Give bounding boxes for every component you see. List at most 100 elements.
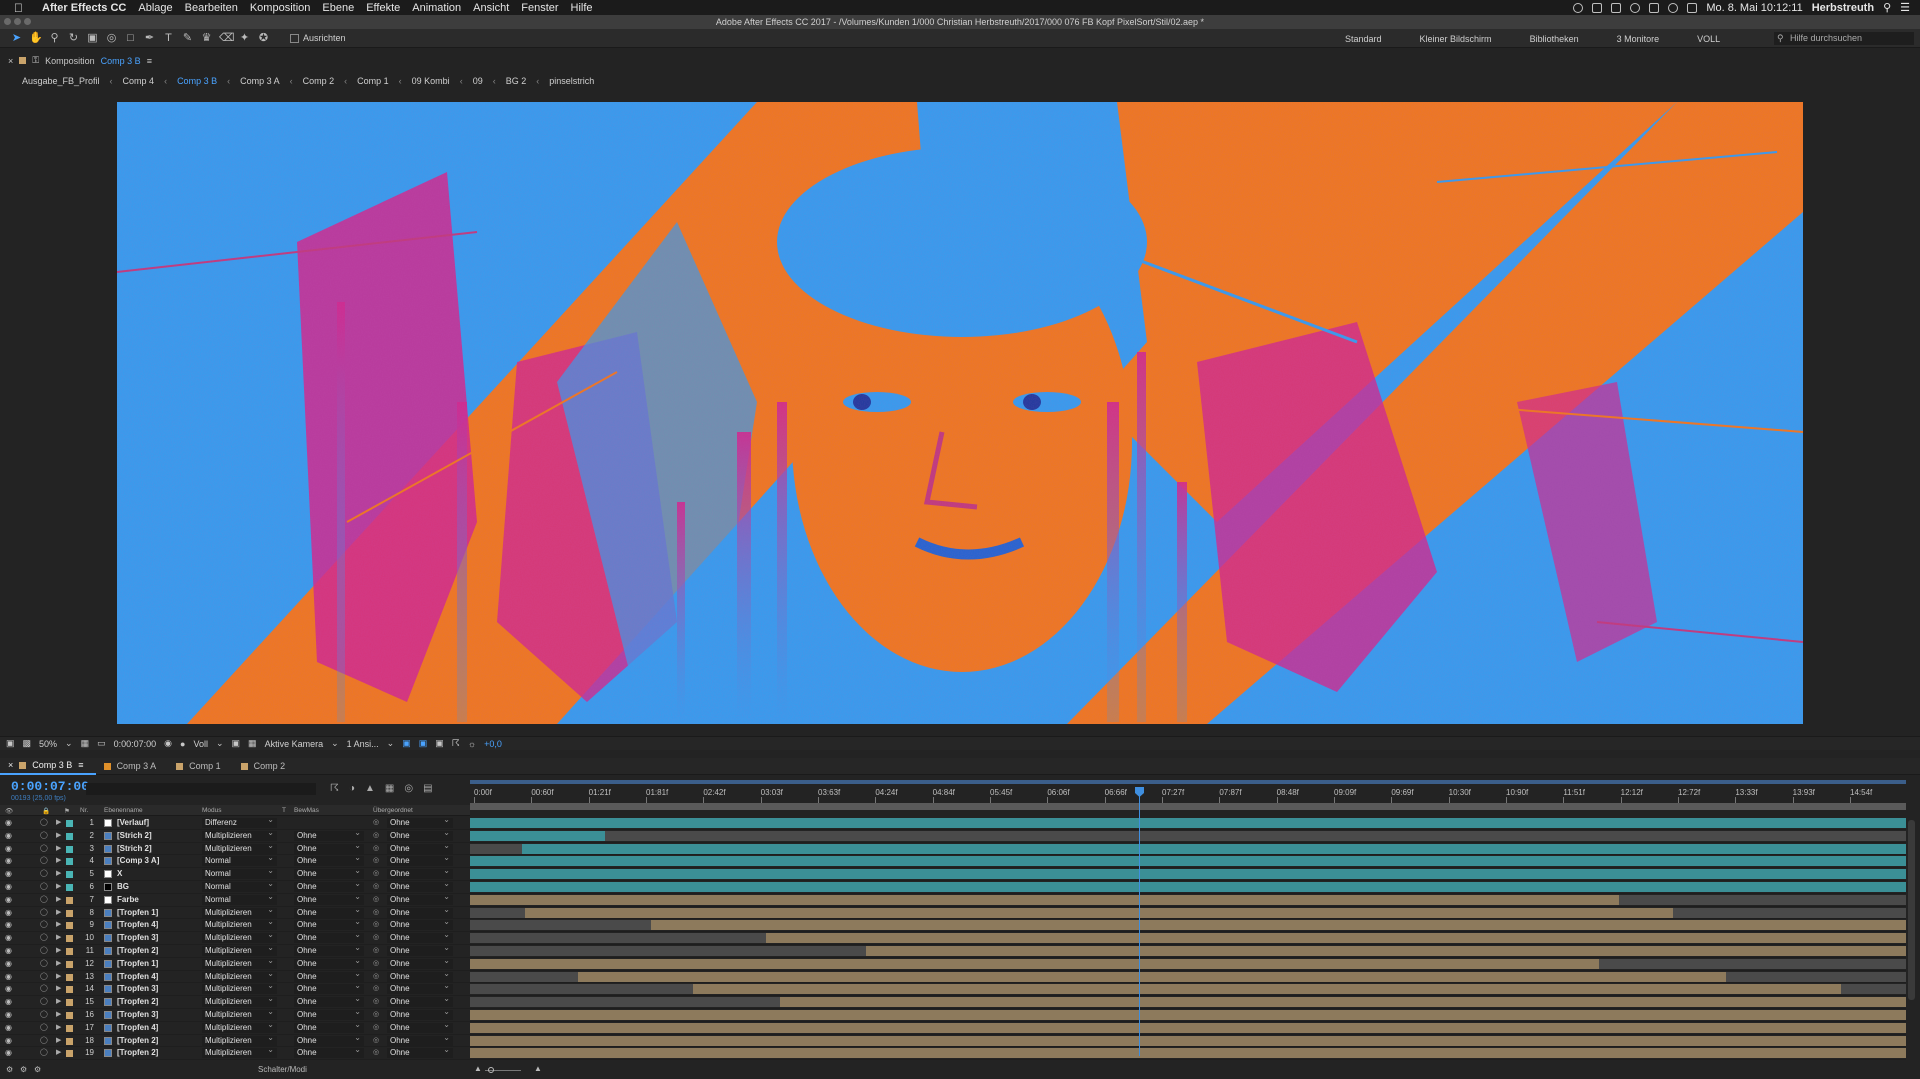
current-time-timecode[interactable]: 0:00:07:00 bbox=[11, 779, 89, 794]
safe-zones-icon[interactable]: ▦ bbox=[81, 738, 90, 749]
tab-comp-3a[interactable]: Comp 3 A bbox=[96, 758, 169, 775]
pick-whip-icon[interactable]: ◎ bbox=[373, 869, 379, 877]
camera-dropdown[interactable]: Aktive Kamera bbox=[265, 739, 324, 749]
track-matte-dropdown[interactable]: Ohne bbox=[294, 1033, 364, 1046]
track-matte-dropdown[interactable]: Ohne bbox=[294, 1007, 364, 1020]
composition-tab[interactable]: × ⚿ Komposition Comp 3 B ≡ bbox=[8, 55, 152, 66]
zoom-window-button[interactable] bbox=[24, 18, 31, 25]
menu-hilfe[interactable]: Hilfe bbox=[571, 2, 593, 14]
pick-whip-icon[interactable]: ◎ bbox=[373, 831, 379, 839]
layer-name[interactable]: [Tropfen 4] bbox=[117, 972, 158, 981]
menu-fenster[interactable]: Fenster bbox=[521, 2, 558, 14]
pick-whip-icon[interactable]: ◎ bbox=[373, 895, 379, 903]
spotlight-icon[interactable]: ⚲ bbox=[1883, 1, 1891, 14]
expand-triangle-icon[interactable]: ▶ bbox=[56, 933, 61, 941]
parent-dropdown[interactable]: Ohne bbox=[387, 892, 453, 905]
mode-dropdown[interactable]: Multiplizieren bbox=[202, 956, 277, 969]
layer-duration-bar[interactable] bbox=[470, 1022, 1906, 1033]
zoom-in-icon[interactable]: ▲ bbox=[534, 1064, 542, 1073]
timeline-link-icon[interactable]: ▣ bbox=[435, 738, 444, 749]
transfer-controls-toggle-icon[interactable]: ⚙ bbox=[20, 1065, 27, 1074]
menu-ablage[interactable]: Ablage bbox=[138, 2, 172, 14]
lock-icon[interactable]: ◯ bbox=[40, 1023, 48, 1031]
label-color-swatch[interactable] bbox=[66, 883, 73, 891]
display-icon[interactable] bbox=[1611, 2, 1622, 13]
lock-icon[interactable]: ◯ bbox=[40, 933, 48, 941]
layer-duration-bar[interactable] bbox=[470, 856, 1906, 867]
expand-triangle-icon[interactable]: ▶ bbox=[56, 1010, 61, 1018]
layer-name[interactable]: [Tropfen 2] bbox=[117, 946, 158, 955]
clone-stamp-tool-icon[interactable]: ♛ bbox=[200, 32, 213, 45]
toggle-switches-modes[interactable]: Schalter/Modi bbox=[258, 1065, 307, 1074]
pick-whip-icon[interactable]: ◎ bbox=[373, 1023, 379, 1031]
expand-triangle-icon[interactable]: ▶ bbox=[56, 959, 61, 967]
label-color-swatch[interactable] bbox=[66, 1050, 73, 1058]
mode-dropdown[interactable]: Normal bbox=[202, 879, 277, 892]
menu-ebene[interactable]: Ebene bbox=[322, 2, 354, 14]
pick-whip-icon[interactable]: ◎ bbox=[373, 1010, 379, 1018]
track-matte-dropdown[interactable]: Ohne bbox=[294, 892, 364, 905]
track-matte-dropdown[interactable]: Ohne bbox=[294, 956, 364, 969]
eye-icon[interactable]: ◉ bbox=[5, 1048, 12, 1057]
layer-name[interactable]: [Strich 2] bbox=[117, 844, 152, 853]
panel-menu-icon[interactable]: ≡ bbox=[147, 56, 152, 66]
menu-komposition[interactable]: Komposition bbox=[250, 2, 311, 14]
layer-name[interactable]: [Tropfen 4] bbox=[117, 920, 158, 929]
expand-triangle-icon[interactable]: ▶ bbox=[56, 1036, 61, 1044]
lock-icon[interactable]: ◯ bbox=[40, 1010, 48, 1018]
pick-whip-icon[interactable]: ◎ bbox=[373, 997, 379, 1005]
parent-dropdown[interactable]: Ohne bbox=[387, 943, 453, 956]
layer-duration-bar[interactable] bbox=[866, 945, 1906, 956]
view-layout-dropdown[interactable]: 1 Ansi... bbox=[347, 739, 379, 749]
track-matte-dropdown[interactable]: Ohne bbox=[294, 905, 364, 918]
mode-dropdown[interactable]: Multiplizieren bbox=[202, 981, 277, 995]
track-matte-dropdown[interactable]: Ohne bbox=[294, 969, 364, 982]
column-layer-name[interactable]: Ebenenname bbox=[104, 807, 143, 814]
eye-icon[interactable]: 👁 bbox=[5, 807, 13, 815]
composition-viewer[interactable] bbox=[0, 88, 1920, 736]
eye-icon[interactable]: ◉ bbox=[5, 818, 12, 827]
help-search-input[interactable]: ⚲ Hilfe durchsuchen bbox=[1774, 32, 1914, 45]
track-matte-dropdown[interactable]: Ohne bbox=[294, 981, 364, 995]
parent-dropdown[interactable]: Ohne bbox=[387, 917, 453, 931]
exposure-icon[interactable]: ☼ bbox=[468, 739, 476, 749]
transparency-grid-icon[interactable]: ▦ bbox=[248, 738, 257, 749]
minimize-window-button[interactable] bbox=[14, 18, 21, 25]
expand-triangle-icon[interactable]: ▶ bbox=[56, 908, 61, 916]
track-matte-dropdown[interactable]: Ohne bbox=[294, 943, 364, 956]
expand-triangle-icon[interactable]: ▶ bbox=[56, 997, 61, 1005]
expand-triangle-icon[interactable]: ▶ bbox=[56, 895, 61, 903]
layer-duration-bar[interactable] bbox=[692, 984, 1842, 995]
mode-dropdown[interactable]: Multiplizieren bbox=[202, 1033, 277, 1046]
track-matte-dropdown[interactable]: Ohne bbox=[294, 1045, 364, 1059]
label-color-swatch[interactable] bbox=[66, 960, 73, 968]
eye-icon[interactable]: ◉ bbox=[5, 984, 12, 993]
comp-mini-flowchart-icon[interactable]: ☈ bbox=[330, 783, 339, 794]
workspace-small-screen[interactable]: Kleiner Bildschirm bbox=[1420, 34, 1492, 44]
battery-icon[interactable] bbox=[1687, 2, 1698, 13]
label-column-icon[interactable]: ⚑ bbox=[64, 807, 70, 815]
frame-blending-icon[interactable]: ▦ bbox=[385, 783, 394, 794]
crumb-pinselstrich[interactable]: pinselstrich bbox=[549, 76, 594, 86]
workspace-voll[interactable]: VOLL bbox=[1697, 34, 1720, 44]
layer-name[interactable]: [Strich 2] bbox=[117, 831, 152, 840]
workspace-standard[interactable]: Standard bbox=[1345, 34, 1382, 44]
motion-blur-icon[interactable]: ◎ bbox=[404, 783, 413, 794]
parent-dropdown[interactable]: Ohne bbox=[387, 930, 453, 944]
lock-icon[interactable]: 🔒 bbox=[42, 807, 50, 815]
eye-icon[interactable]: ◉ bbox=[5, 1036, 12, 1045]
parent-dropdown[interactable]: Ohne bbox=[387, 815, 453, 828]
timeline-scrollbar[interactable] bbox=[1908, 820, 1915, 1000]
label-color-swatch[interactable] bbox=[66, 845, 73, 853]
lock-icon[interactable]: ◯ bbox=[40, 831, 48, 839]
lock-icon[interactable]: ◯ bbox=[40, 959, 48, 967]
mode-dropdown[interactable]: Multiplizieren bbox=[202, 828, 277, 841]
toggle-pixel-aspect-icon[interactable]: ▣ bbox=[402, 738, 411, 749]
expand-triangle-icon[interactable]: ▶ bbox=[56, 972, 61, 980]
rectangle-tool-icon[interactable]: □ bbox=[124, 32, 137, 45]
close-tab-icon[interactable]: × bbox=[8, 760, 13, 770]
resolution-dropdown[interactable]: Voll bbox=[193, 739, 208, 749]
exposure-value[interactable]: +0,0 bbox=[484, 739, 502, 749]
layer-duration-bar[interactable] bbox=[650, 920, 1906, 931]
layer-name[interactable]: [Tropfen 3] bbox=[117, 933, 158, 942]
